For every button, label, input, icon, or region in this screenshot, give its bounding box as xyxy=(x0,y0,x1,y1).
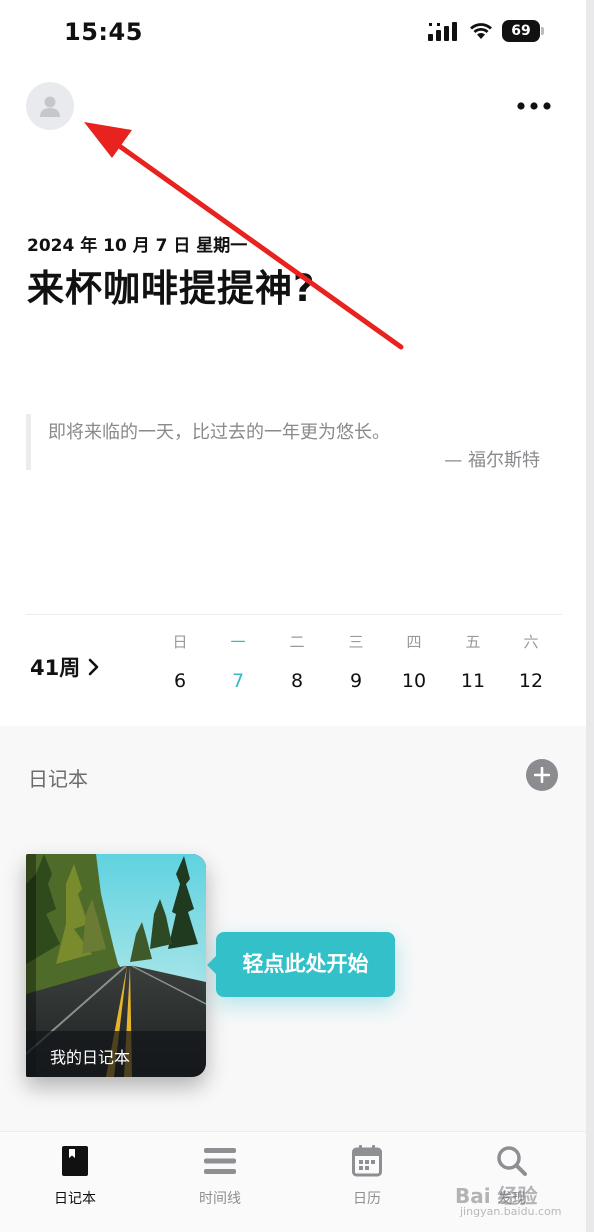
notebook-section: 日记本 我的日记本 轻点此处开始 xyxy=(0,726,586,1131)
week-selector[interactable]: 41周 xyxy=(30,652,100,682)
quote-text: 即将来临的一天，比过去的一年更为悠长。 xyxy=(48,422,390,443)
day-name: 三 xyxy=(348,633,364,651)
day-number: 7 xyxy=(231,670,245,692)
day-sun[interactable]: 日 6 xyxy=(160,630,200,692)
avatar-button[interactable] xyxy=(26,82,74,130)
start-tooltip[interactable]: 轻点此处开始 xyxy=(207,932,395,997)
calendar-icon xyxy=(352,1145,382,1177)
day-name: 二 xyxy=(289,633,305,651)
tab-calendar[interactable]: 日历 xyxy=(317,1144,417,1208)
daily-headline: 来杯咖啡提提神? xyxy=(27,267,316,310)
day-name: 六 xyxy=(523,633,539,651)
tab-label: 日历 xyxy=(353,1191,381,1207)
app-screen: 15:45 69 2024 年 10 月 7 日 星期一 来杯咖啡提提神? 即将… xyxy=(0,0,586,1232)
person-icon xyxy=(40,96,60,117)
day-number: 9 xyxy=(349,670,363,692)
current-date: 2024 年 10 月 7 日 星期一 xyxy=(27,236,248,256)
day-number: 10 xyxy=(401,670,427,692)
day-fri[interactable]: 五 11 xyxy=(453,630,493,692)
day-number: 8 xyxy=(290,670,304,692)
search-icon xyxy=(497,1146,527,1176)
day-sat[interactable]: 六 12 xyxy=(511,630,551,692)
tab-timeline[interactable]: 时间线 xyxy=(170,1144,270,1208)
more-dots-icon xyxy=(517,102,551,110)
day-mon-today[interactable]: 一 7 xyxy=(218,630,258,692)
status-bar: 15:45 69 xyxy=(0,0,586,60)
day-thu[interactable]: 四 10 xyxy=(394,630,434,692)
tooltip-text: 轻点此处开始 xyxy=(242,952,369,976)
quote-author: — 福尔斯特 xyxy=(444,450,540,471)
cellular-signal-icon xyxy=(428,22,457,41)
wifi-icon xyxy=(470,23,492,39)
notebook-title: 我的日记本 xyxy=(50,1048,131,1067)
day-number: 11 xyxy=(460,670,486,692)
day-number: 12 xyxy=(518,670,544,692)
chevron-right-icon xyxy=(88,658,99,676)
day-tue[interactable]: 二 8 xyxy=(277,630,317,692)
battery-indicator: 69 xyxy=(502,20,544,42)
day-number: 6 xyxy=(173,670,187,692)
more-options-button[interactable] xyxy=(512,92,556,120)
day-name: 五 xyxy=(465,633,481,651)
day-name: 日 xyxy=(172,633,188,651)
daily-quote: 即将来临的一天，比过去的一年更为悠长。 — 福尔斯特 xyxy=(26,414,546,471)
add-notebook-button[interactable] xyxy=(526,759,558,791)
plus-icon xyxy=(534,767,550,783)
notebook-icon xyxy=(62,1146,88,1176)
notebook-card[interactable]: 我的日记本 xyxy=(26,854,206,1077)
status-time: 15:45 xyxy=(64,18,143,46)
window-edge xyxy=(586,0,594,1232)
day-wed[interactable]: 三 9 xyxy=(336,630,376,692)
list-icon xyxy=(204,1148,236,1174)
status-icons: 69 xyxy=(428,20,544,42)
tab-label: 时间线 xyxy=(199,1191,241,1207)
divider xyxy=(26,614,562,615)
day-name: 四 xyxy=(406,633,422,651)
day-name: 一 xyxy=(230,633,246,651)
tab-label: 日记本 xyxy=(54,1191,96,1207)
section-title: 日记本 xyxy=(28,767,88,791)
watermark-url: jingyan.baidu.com xyxy=(460,1205,562,1218)
tab-notebooks[interactable]: 日记本 xyxy=(25,1144,125,1208)
week-number: 41周 xyxy=(30,656,81,680)
notebook-label-bar: 我的日记本 xyxy=(26,1031,206,1077)
